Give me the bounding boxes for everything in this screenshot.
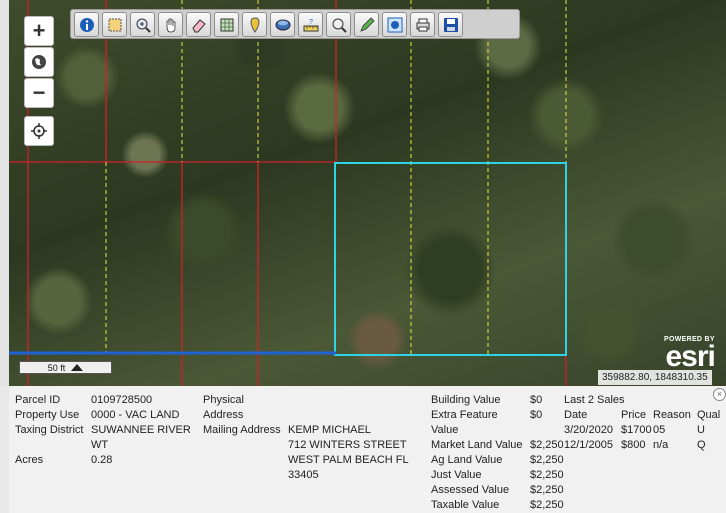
pin-tool-button[interactable] [242, 12, 267, 37]
scale-label: 50 ft [47, 362, 66, 373]
parcel-id-value: 0109728500 [91, 394, 153, 406]
sale-row-1-reason: 05 [653, 424, 666, 436]
triangle-icon [71, 364, 84, 371]
mailing-line-2: 712 WINTERS STREET [288, 439, 407, 451]
zoom-in-button[interactable]: + [24, 16, 54, 46]
close-panel-button[interactable]: × [713, 388, 726, 401]
sale-row-2-date: 12/1/2005 [564, 439, 613, 451]
info-tool-button[interactable] [74, 12, 99, 37]
selected-parcel [334, 162, 567, 356]
market-land-value: $2,250 [530, 439, 564, 451]
print-tool-button[interactable] [410, 12, 435, 37]
mailing-line-4: 33405 [288, 469, 319, 481]
acres-label: Acres [15, 454, 44, 466]
physical-label: Physical [203, 394, 244, 406]
save-icon [443, 17, 458, 32]
svg-text:?: ? [309, 19, 313, 26]
sale-row-1-date: 3/20/2020 [564, 424, 613, 436]
taxing-district-value-2: WT [91, 439, 109, 451]
info-icon [79, 17, 94, 32]
ag-land-value-label: Ag Land Value [431, 454, 503, 466]
taxable-value: $2,250 [530, 499, 564, 511]
draw-pencil-tool-button[interactable] [354, 12, 379, 37]
sales-header-qual: Qual [697, 409, 721, 421]
layers-icon [275, 19, 290, 30]
globe-icon [32, 55, 46, 69]
property-use-value: 0000 - VAC LAND [91, 409, 180, 421]
magnifier-tool-button[interactable] [326, 12, 351, 37]
coordinate-readout: 359882.80, 1848310.35 [598, 370, 712, 385]
identify-grid-icon [220, 18, 233, 31]
eraser-icon [191, 18, 206, 32]
map-toolbar: ? [70, 9, 520, 39]
layers-tool-button[interactable] [270, 12, 295, 37]
parcel-info-panel: Parcel ID 0109728500 Property Use 0000 -… [9, 386, 726, 513]
sale-row-2-qual: Q [697, 439, 706, 451]
pin-icon [249, 16, 260, 33]
taxing-district-label: Taxing District [15, 424, 84, 436]
mailing-line-1: KEMP MICHAEL [288, 424, 371, 436]
select-area-icon [108, 18, 121, 31]
globe-button[interactable] [24, 47, 54, 77]
print-icon [416, 18, 429, 31]
sale-row-2-reason: n/a [653, 439, 669, 451]
pan-hand-tool-button[interactable] [158, 12, 183, 37]
taxable-value-label: Taxable Value [431, 499, 500, 511]
extra-feature-label: Extra Feature [431, 409, 498, 421]
buffer-tool-button[interactable] [382, 12, 407, 37]
eraser-tool-button[interactable] [186, 12, 211, 37]
buffer-icon [387, 17, 402, 32]
crosshair-icon [31, 123, 47, 139]
address-label: Address [203, 409, 244, 421]
property-use-label: Property Use [15, 409, 80, 421]
market-land-value-label: Market Land Value [431, 439, 523, 451]
parcel-id-label: Parcel ID [15, 394, 61, 406]
parcel-boundaries [9, 0, 567, 386]
save-tool-button[interactable] [438, 12, 463, 37]
mailing-line-3: WEST PALM BEACH FL [288, 454, 409, 466]
measure-tool-button[interactable]: ? [298, 12, 323, 37]
extra-feature-value: $0 [530, 409, 543, 421]
measure-icon: ? [303, 19, 318, 31]
building-value: $0 [530, 394, 543, 406]
sales-header-reason: Reason [653, 409, 691, 421]
acres-value: 0.28 [91, 454, 113, 466]
zoom-out-button[interactable]: − [24, 78, 54, 108]
sale-row-1-price: $1700 [621, 424, 652, 436]
sales-header-price: Price [621, 409, 647, 421]
sales-header-date: Date [564, 409, 588, 421]
pan-hand-icon [166, 18, 175, 32]
assessed-value-label: Assessed Value [431, 484, 510, 496]
scale-bar: 50 ft [19, 361, 112, 374]
value-label: Value [431, 424, 459, 436]
draw-pencil-icon [359, 16, 375, 32]
zoom-in-icon [136, 18, 151, 33]
zoom-in-tool-button[interactable] [130, 12, 155, 37]
taxing-district-value-1: SUWANNEE RIVER [91, 424, 191, 436]
sale-row-1-qual: U [697, 424, 705, 436]
esri-logo: esri [665, 340, 715, 373]
ag-land-value: $2,250 [530, 454, 564, 466]
just-value: $2,250 [530, 469, 564, 481]
sale-row-2-price: $800 [621, 439, 646, 451]
parcel-overlay [9, 0, 567, 386]
building-value-label: Building Value [431, 394, 501, 406]
just-value-label: Just Value [431, 469, 482, 481]
mailing-address-label: Mailing Address [203, 424, 281, 436]
select-area-tool-button[interactable] [102, 12, 127, 37]
identify-grid-tool-button[interactable] [214, 12, 239, 37]
assessed-value: $2,250 [530, 484, 564, 496]
esri-attribution[interactable]: POWERED BY esri [664, 336, 716, 373]
locate-button[interactable] [24, 116, 54, 146]
sales-title: Last 2 Sales [564, 394, 625, 406]
magnifier-icon [332, 18, 347, 33]
